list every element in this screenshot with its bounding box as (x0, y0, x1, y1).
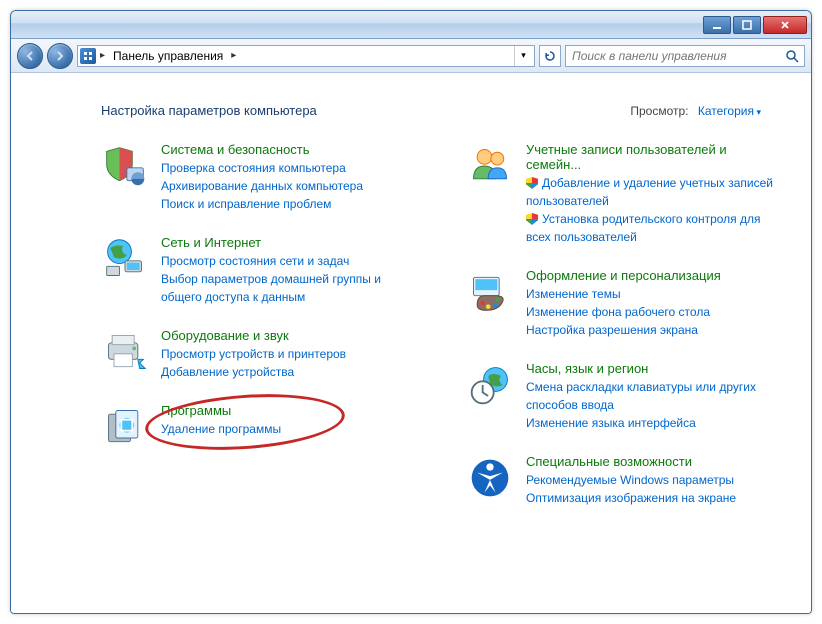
right-column: Учетные записи пользователей и семейн...… (466, 142, 781, 529)
category-link[interactable]: Добавление и удаление учетных записей по… (526, 174, 781, 210)
category-link[interactable]: Архивирование данных компьютера (161, 177, 363, 195)
close-button[interactable] (763, 16, 807, 34)
palette-icon (466, 268, 514, 316)
clock-globe-icon (466, 361, 514, 409)
category-link[interactable]: Добавление устройства (161, 363, 346, 381)
page-title: Настройка параметров компьютера (101, 103, 317, 118)
category-title[interactable]: Оборудование и звук (161, 328, 346, 343)
category-link[interactable]: Удаление программы (161, 420, 281, 438)
category-link[interactable]: Рекомендуемые Windows параметры (526, 471, 736, 489)
category-system-security: Система и безопасность Проверка состояни… (101, 142, 416, 213)
category-title[interactable]: Сеть и Интернет (161, 235, 416, 250)
breadcrumb-segment[interactable]: Панель управления (109, 49, 227, 63)
category-link[interactable]: Поиск и исправление проблем (161, 195, 363, 213)
back-button[interactable] (17, 43, 43, 69)
chevron-right-icon: ▸ (100, 50, 105, 61)
accessibility-icon (466, 454, 514, 502)
window-frame: ▸ Панель управления ▸ ▾ Настройка параме… (10, 10, 812, 614)
category-programs: Программы Удаление программы (101, 403, 416, 451)
address-bar[interactable]: ▸ Панель управления ▸ ▾ (77, 45, 535, 67)
page-header: Настройка параметров компьютера Просмотр… (101, 103, 781, 118)
chevron-right-icon: ▸ (231, 50, 236, 61)
view-selector: Просмотр: Категория (630, 104, 761, 118)
category-link[interactable]: Настройка разрешения экрана (526, 321, 721, 339)
titlebar (11, 11, 811, 39)
category-link[interactable]: Проверка состояния компьютера (161, 159, 363, 177)
forward-button[interactable] (47, 43, 73, 69)
category-clock-language-region: Часы, язык и регион Смена раскладки клав… (466, 361, 781, 432)
category-link[interactable]: Выбор параметров домашней группы и общег… (161, 270, 416, 306)
category-title[interactable]: Оформление и персонализация (526, 268, 721, 283)
view-label: Просмотр: (630, 104, 688, 118)
search-icon (784, 48, 800, 64)
content-area: Настройка параметров компьютера Просмотр… (11, 73, 811, 613)
printer-icon (101, 328, 149, 376)
category-title[interactable]: Часы, язык и регион (526, 361, 781, 376)
globe-network-icon (101, 235, 149, 283)
maximize-button[interactable] (733, 16, 761, 34)
category-user-accounts: Учетные записи пользователей и семейн...… (466, 142, 781, 246)
category-link[interactable]: Просмотр состояния сети и задач (161, 252, 416, 270)
view-dropdown[interactable]: Категория (698, 104, 761, 118)
search-box[interactable] (565, 45, 805, 67)
category-appearance: Оформление и персонализация Изменение те… (466, 268, 781, 339)
category-link[interactable]: Изменение фона рабочего стола (526, 303, 721, 321)
shield-pc-icon (101, 142, 149, 190)
category-ease-of-access: Специальные возможности Рекомендуемые Wi… (466, 454, 781, 507)
search-input[interactable] (570, 48, 784, 64)
category-link[interactable]: Изменение темы (526, 285, 721, 303)
refresh-button[interactable] (539, 45, 561, 67)
category-link[interactable]: Оптимизация изображения на экране (526, 489, 736, 507)
category-link[interactable]: Просмотр устройств и принтеров (161, 345, 346, 363)
category-title[interactable]: Программы (161, 403, 281, 418)
category-hardware-sound: Оборудование и звук Просмотр устройств и… (101, 328, 416, 381)
minimize-button[interactable] (703, 16, 731, 34)
category-title[interactable]: Специальные возможности (526, 454, 736, 469)
navigation-bar: ▸ Панель управления ▸ ▾ (11, 39, 811, 73)
category-title[interactable]: Учетные записи пользователей и семейн... (526, 142, 781, 172)
control-panel-icon (80, 48, 96, 64)
category-link[interactable]: Установка родительского контроля для все… (526, 210, 781, 246)
category-link[interactable]: Изменение языка интерфейса (526, 414, 781, 432)
category-columns: Система и безопасность Проверка состояни… (101, 142, 781, 529)
category-title[interactable]: Система и безопасность (161, 142, 363, 157)
users-icon (466, 142, 514, 190)
left-column: Система и безопасность Проверка состояни… (101, 142, 416, 529)
category-link[interactable]: Смена раскладки клавиатуры или других сп… (526, 378, 781, 414)
program-box-icon (101, 403, 149, 451)
category-network-internet: Сеть и Интернет Просмотр состояния сети … (101, 235, 416, 306)
address-dropdown[interactable]: ▾ (514, 46, 532, 66)
